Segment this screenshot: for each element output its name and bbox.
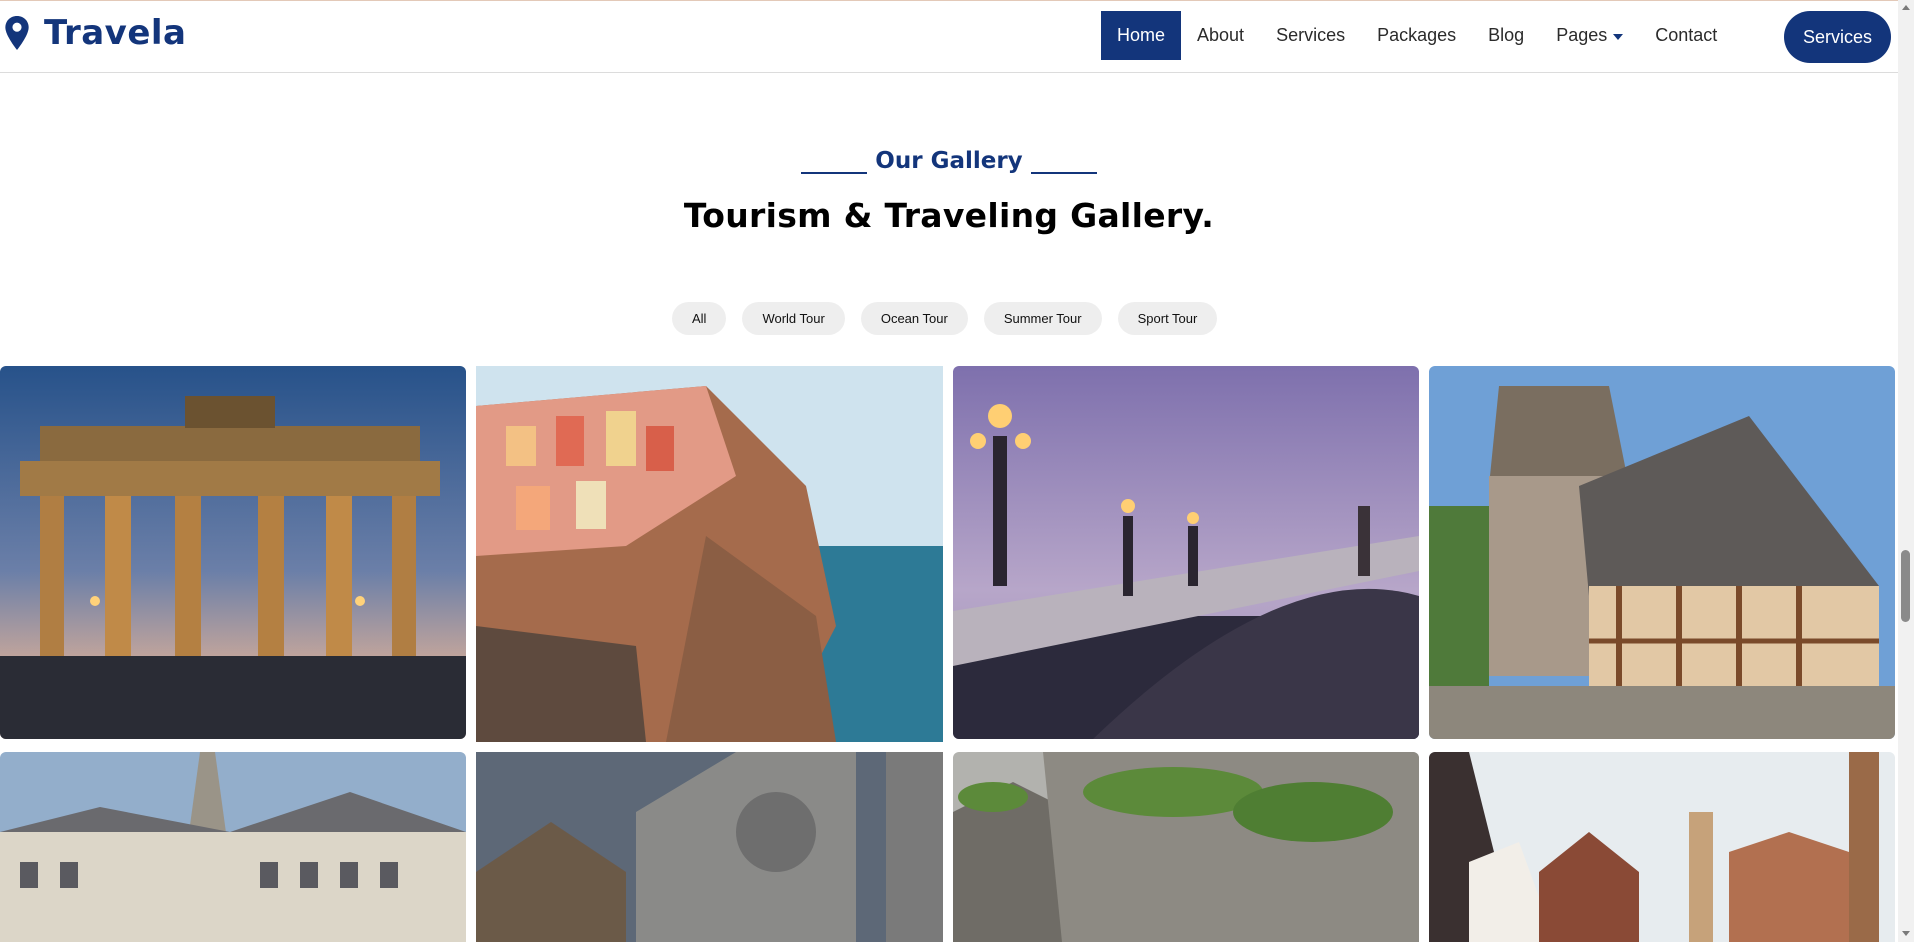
- nav-item-services[interactable]: Services: [1260, 11, 1361, 60]
- karst-cliffs-photo[interactable]: [953, 752, 1419, 942]
- old-town-photo[interactable]: [1429, 752, 1895, 942]
- nav-item-pages[interactable]: Pages: [1540, 11, 1639, 60]
- nav-item-about[interactable]: About: [1181, 11, 1260, 60]
- nav-item-blog[interactable]: Blog: [1472, 11, 1540, 60]
- scrollbar-thumb[interactable]: [1901, 550, 1910, 622]
- karst-cliffs-image: [953, 752, 1419, 942]
- nav-item-pages-label: Pages: [1556, 25, 1608, 45]
- brand-name: Travela: [44, 13, 187, 53]
- nav-item-contact[interactable]: Contact: [1639, 11, 1733, 60]
- page-scrollbar[interactable]: [1898, 0, 1914, 942]
- gothic-cathedral-photo[interactable]: [476, 752, 943, 942]
- city-buildings-image: [0, 752, 466, 942]
- cliffside-village-photo[interactable]: [476, 366, 943, 742]
- ornate-bridge-image: [953, 366, 1419, 739]
- eyebrow-text: Our Gallery: [875, 148, 1023, 174]
- city-buildings-photo[interactable]: [0, 752, 466, 942]
- ornate-bridge-photo[interactable]: [953, 366, 1419, 739]
- brandenburg-gate-image: [0, 366, 466, 739]
- gallery-filters: All World Tour Ocean Tour Summer Tour Sp…: [672, 302, 1218, 335]
- brand-logo[interactable]: Travela: [4, 13, 187, 53]
- eyebrow-line-left: [801, 172, 868, 174]
- filter-all[interactable]: All: [672, 302, 727, 335]
- section-eyebrow: Our Gallery: [0, 148, 1898, 174]
- caret-down-icon: [1613, 33, 1624, 40]
- map-pin-icon: [5, 16, 29, 50]
- timber-house-image: [1429, 366, 1895, 739]
- filter-ocean-tour[interactable]: Ocean Tour: [860, 302, 968, 335]
- site-header: Travela Home About Services Packages Blo…: [0, 1, 1898, 73]
- brandenburg-gate-photo[interactable]: [0, 366, 466, 739]
- eyebrow-line-right: [1030, 172, 1097, 174]
- nav-item-home[interactable]: Home: [1101, 11, 1182, 60]
- scroll-up-icon[interactable]: [1902, 5, 1910, 10]
- main-nav: Home About Services Packages Blog Pages …: [1101, 11, 1733, 60]
- services-cta-button[interactable]: Services: [1784, 11, 1891, 63]
- old-town-image: [1429, 752, 1895, 942]
- scroll-down-icon[interactable]: [1902, 931, 1910, 936]
- section-title: Tourism & Traveling Gallery.: [683, 196, 1215, 235]
- filter-sport-tour[interactable]: Sport Tour: [1117, 302, 1218, 335]
- cliffside-village-image: [476, 366, 943, 742]
- gothic-cathedral-image: [476, 752, 943, 942]
- filter-summer-tour[interactable]: Summer Tour: [983, 302, 1102, 335]
- nav-item-packages[interactable]: Packages: [1361, 11, 1472, 60]
- timber-house-photo[interactable]: [1429, 366, 1895, 739]
- filter-world-tour[interactable]: World Tour: [742, 302, 845, 335]
